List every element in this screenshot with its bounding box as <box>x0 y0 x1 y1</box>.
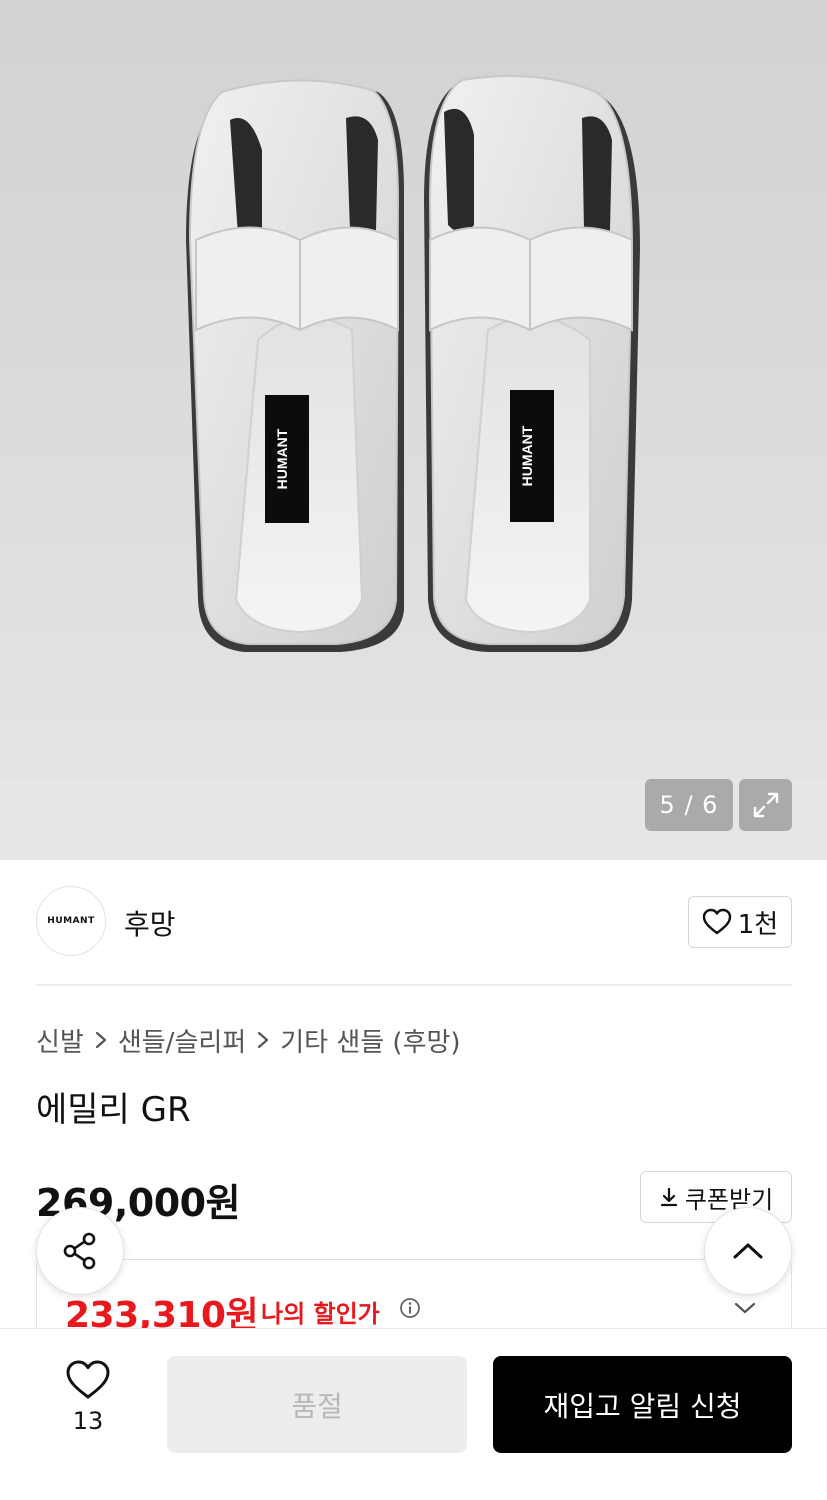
breadcrumb-item-other-sandals[interactable]: 기타 샌들 (후망) <box>280 1022 460 1059</box>
chevron-right-icon <box>94 1030 108 1050</box>
breadcrumb-item-sandals[interactable]: 샌들/슬리퍼 <box>118 1022 246 1059</box>
heart-icon <box>66 1360 110 1399</box>
left-sandal: HUMANT <box>186 79 405 652</box>
right-sandal: HUMANT <box>424 75 640 653</box>
chevron-down-icon[interactable] <box>733 1300 757 1316</box>
left-insole-label: HUMANT <box>274 428 290 489</box>
chevron-up-icon <box>733 1243 763 1259</box>
right-insole-label: HUMANT <box>519 425 535 486</box>
expand-button[interactable] <box>739 779 792 831</box>
share-icon <box>63 1232 96 1270</box>
chevron-right-icon <box>256 1030 270 1050</box>
divider <box>36 984 792 986</box>
restock-alert-button[interactable]: 재입고 알림 신청 <box>493 1356 792 1453</box>
share-button[interactable] <box>36 1207 124 1295</box>
soldout-button: 품절 <box>167 1356 467 1453</box>
product-detail-page: HUMANT HUMANT 5 / 6 HUMANT 후망 1천 신발 샌들/슬… <box>0 0 827 1500</box>
expand-icon <box>753 792 778 818</box>
brand-logo[interactable]: HUMANT <box>36 886 106 956</box>
breadcrumb-item-shoes[interactable]: 신발 <box>36 1022 84 1059</box>
brand-name[interactable]: 후망 <box>124 903 176 943</box>
download-icon <box>660 1187 677 1207</box>
info-icon[interactable] <box>399 1297 421 1319</box>
scroll-top-button[interactable] <box>704 1207 792 1295</box>
wish-button[interactable]: 13 <box>48 1359 128 1449</box>
brand-like-count: 1천 <box>737 909 779 940</box>
wish-count: 13 <box>72 1407 104 1435</box>
brand-logo-text: HUMANT <box>47 916 95 926</box>
sale-price-label: 나의 할인가 <box>261 1300 380 1328</box>
brand-like-button[interactable]: 1천 <box>688 896 792 948</box>
image-gallery[interactable]: HUMANT HUMANT 5 / 6 <box>0 0 827 860</box>
image-counter: 5 / 6 <box>645 779 733 831</box>
product-title: 에밀리 GR <box>36 1090 191 1130</box>
product-image[interactable]: HUMANT HUMANT <box>0 0 827 780</box>
bottom-action-bar: 13 품절 재입고 알림 신청 <box>0 1328 827 1500</box>
breadcrumb: 신발 샌들/슬리퍼 기타 샌들 (후망) <box>36 1022 461 1058</box>
sandal-illustration: HUMANT HUMANT <box>186 75 640 653</box>
brand-row: HUMANT 후망 1천 <box>36 886 792 956</box>
heart-icon <box>702 908 731 935</box>
